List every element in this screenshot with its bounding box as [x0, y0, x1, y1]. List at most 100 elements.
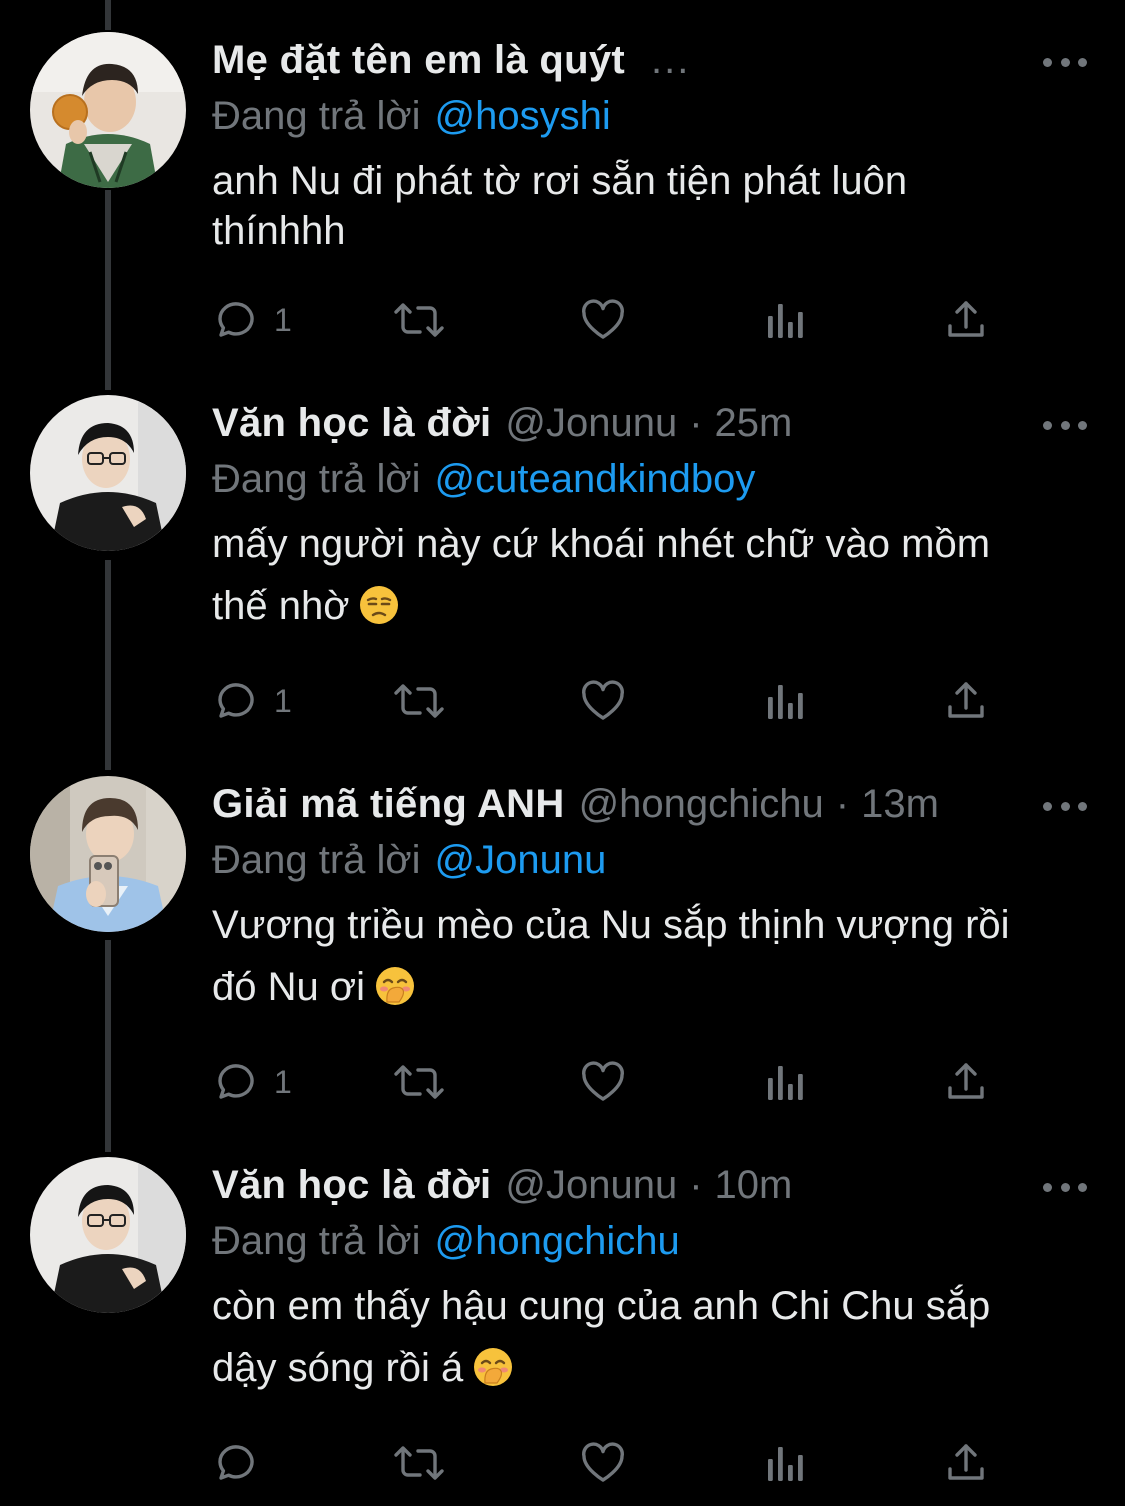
tweet-text-line: thế nhờ — [212, 584, 350, 628]
hand-over-mouth-emoji — [375, 967, 414, 1005]
share-button[interactable] — [942, 290, 990, 350]
avatar[interactable] — [30, 1157, 186, 1313]
retweet-button[interactable] — [390, 671, 448, 731]
username[interactable]: @Jonunu — [505, 395, 677, 451]
reply-count: 1 — [274, 682, 292, 719]
share-button[interactable] — [942, 671, 990, 731]
reply-icon — [218, 1064, 254, 1099]
separator-dot: · — [835, 782, 850, 826]
replying-to: Đang trả lời @hosyshi — [212, 88, 611, 144]
avatar[interactable] — [30, 395, 186, 551]
views-icon — [768, 1066, 803, 1100]
more-options-icon[interactable] — [1043, 1179, 1087, 1195]
tweet[interactable]: Văn học là đời @Jonunu · 10m Đang trả lờ… — [0, 1157, 1125, 1497]
share-icon — [948, 301, 984, 337]
replying-to-handle[interactable]: @hosyshi — [435, 94, 611, 138]
replying-to-handle[interactable]: @cuteandkindboy — [435, 457, 756, 501]
action-bar: 1 — [212, 1052, 1002, 1112]
timestamp[interactable]: 13m — [861, 776, 939, 832]
tweet-text-line: còn em thấy hậu cung của anh Chi Chu sắp — [212, 1284, 991, 1328]
views-button[interactable] — [764, 290, 808, 350]
tweet-text-line-wrap: thế nhờ — [212, 575, 1092, 637]
display-name[interactable]: Giải mã tiếng ANH — [212, 776, 565, 832]
avatar[interactable] — [30, 32, 186, 188]
tweet-text-line: mấy người này cứ khoái nhét chữ vào mồm — [212, 522, 991, 566]
views-button[interactable] — [764, 671, 808, 731]
share-button[interactable] — [942, 1433, 990, 1493]
thread-line — [105, 0, 111, 30]
avatar[interactable] — [30, 776, 186, 932]
username[interactable]: @hongchichu — [579, 776, 824, 832]
more-options-icon[interactable] — [1043, 54, 1087, 70]
tweet-header: Văn học là đời @Jonunu · 25m — [212, 395, 1095, 451]
like-icon — [582, 299, 624, 339]
tweet-text: còn em thấy hậu cung của anh Chi Chu sắp… — [212, 1275, 1092, 1399]
share-button[interactable] — [942, 1052, 990, 1112]
reply-button[interactable]: 1 — [212, 1052, 292, 1112]
replying-to-handle[interactable]: @hongchichu — [435, 1219, 680, 1263]
action-bar: 1 — [212, 671, 1002, 731]
reply-icon — [218, 302, 254, 337]
share-icon — [948, 682, 984, 718]
reply-button[interactable]: 1 — [212, 290, 292, 350]
tweet-header: Văn học là đời @Jonunu · 10m — [212, 1157, 1095, 1213]
like-icon — [582, 680, 624, 720]
display-name[interactable]: Mẹ đặt tên em là quýt — [212, 32, 625, 88]
more-options-icon[interactable] — [1043, 798, 1087, 814]
name-truncation: ... — [651, 38, 691, 82]
like-icon — [582, 1061, 624, 1101]
tweet[interactable]: Văn học là đời @Jonunu · 25m Đang trả lờ… — [0, 395, 1125, 735]
retweet-icon — [394, 303, 444, 337]
tweet-text: Vương triều mèo của Nu sắp thịnh vượng r… — [212, 894, 1092, 1018]
reply-button[interactable]: 1 — [212, 671, 292, 731]
retweet-icon — [394, 1446, 444, 1480]
tweet[interactable]: Giải mã tiếng ANH @hongchichu · 13m Đang… — [0, 776, 1125, 1116]
retweet-icon — [394, 1065, 444, 1099]
action-bar: 1 — [212, 290, 1002, 350]
views-icon — [768, 304, 803, 338]
retweet-button[interactable] — [390, 1433, 448, 1493]
tweet-text-line-wrap: đó Nu ơi — [212, 956, 1092, 1018]
like-button[interactable] — [578, 1052, 628, 1112]
tweet-text-line: đó Nu ơi — [212, 965, 365, 1009]
replying-to: Đang trả lời @Jonunu — [212, 832, 606, 888]
replying-label: Đang trả lời — [212, 838, 421, 882]
views-button[interactable] — [764, 1433, 808, 1493]
more-options-icon[interactable] — [1043, 417, 1087, 433]
retweet-button[interactable] — [390, 1052, 448, 1112]
reply-count: 1 — [274, 301, 292, 338]
share-icon — [948, 1063, 984, 1099]
retweet-button[interactable] — [390, 290, 448, 350]
share-icon — [948, 1444, 984, 1480]
timestamp[interactable]: 25m — [715, 395, 793, 451]
unamused-face-emoji — [360, 586, 399, 624]
like-button[interactable] — [578, 671, 628, 731]
replying-label: Đang trả lời — [212, 94, 421, 138]
timestamp[interactable]: 10m — [715, 1157, 793, 1213]
replying-label: Đang trả lời — [212, 457, 421, 501]
display-name[interactable]: Văn học là đời — [212, 1157, 491, 1213]
tweet-text: anh Nu đi phát tờ rơi sẵn tiện phát luôn… — [212, 150, 1092, 262]
tweet-text-line: dậy sóng rồi á — [212, 1346, 464, 1390]
separator-dot: · — [689, 401, 703, 445]
tweet[interactable]: Mẹ đặt tên em là quýt ... Đang trả lời @h… — [0, 32, 1125, 362]
like-button[interactable] — [578, 1433, 628, 1493]
reply-count: 1 — [274, 1063, 292, 1100]
action-bar — [212, 1433, 1002, 1493]
tweet-text-line-wrap: dậy sóng rồi á — [212, 1337, 1092, 1399]
views-icon — [768, 685, 803, 719]
replying-label: Đang trả lời — [212, 1219, 421, 1263]
reply-button[interactable] — [212, 1433, 274, 1493]
reply-icon — [218, 683, 254, 718]
replying-to: Đang trả lời @cuteandkindboy — [212, 451, 755, 507]
tweet-header: Giải mã tiếng ANH @hongchichu · 13m — [212, 776, 1095, 832]
like-button[interactable] — [578, 290, 628, 350]
replying-to: Đang trả lời @hongchichu — [212, 1213, 680, 1269]
username[interactable]: @Jonunu — [505, 1157, 677, 1213]
hand-over-mouth-emoji — [474, 1348, 513, 1386]
display-name[interactable]: Văn học là đời — [212, 395, 491, 451]
reply-icon — [218, 1445, 254, 1480]
replying-to-handle[interactable]: @Jonunu — [435, 838, 607, 882]
retweet-icon — [394, 684, 444, 718]
views-button[interactable] — [764, 1052, 808, 1112]
